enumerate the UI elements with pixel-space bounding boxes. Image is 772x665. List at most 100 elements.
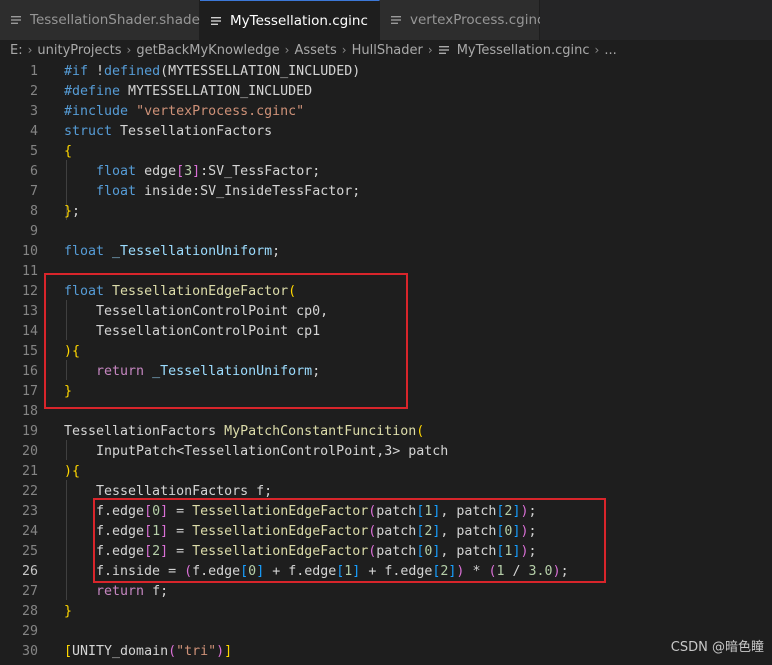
code-line[interactable]: 23 f.edge[0] = TessellationEdgeFactor(pa… xyxy=(0,501,772,521)
code-line[interactable]: 1 #if !defined(MYTESSELLATION_INCLUDED) xyxy=(0,61,772,81)
code-token: patch xyxy=(376,523,417,539)
code-token: [ xyxy=(240,563,249,579)
code-text: } xyxy=(64,604,72,619)
code-line[interactable]: 9 xyxy=(0,221,772,241)
code-token: _TessellationUniform xyxy=(152,363,313,379)
code-token: } xyxy=(64,383,73,399)
code-line[interactable]: 8}; xyxy=(0,201,772,221)
code-token: { xyxy=(72,343,81,359)
code-text: float edge[3]:SV_TessFactor; xyxy=(64,164,320,179)
code-line[interactable]: 4 struct TessellationFactors xyxy=(0,121,772,141)
code-token: patch xyxy=(376,503,417,519)
breadcrumb-item[interactable]: unityProjects xyxy=(37,43,121,58)
code-line[interactable]: 15){ xyxy=(0,341,772,361)
code-token: * xyxy=(464,563,489,579)
code-line[interactable]: 30 [UNITY_domain("tri")] xyxy=(0,641,772,661)
code-text: #define MYTESSELLATION_INCLUDED xyxy=(64,84,312,99)
code-line[interactable]: 14 TessellationControlPoint cp1 xyxy=(0,321,772,341)
tab-tessellation-shader[interactable]: TessellationShader.shader xyxy=(0,0,205,40)
code-token: ; xyxy=(312,363,321,379)
code-line[interactable]: 7 float inside:SV_InsideTessFactor; xyxy=(0,181,772,201)
code-line[interactable]: 27 return f; xyxy=(0,581,772,601)
code-line[interactable]: 28} xyxy=(0,601,772,621)
code-line[interactable]: 16 return _TessellationUniform; xyxy=(0,361,772,381)
lines-file-icon xyxy=(390,13,402,27)
code-token: / xyxy=(504,563,529,579)
code-token: (MYTESSELLATION_INCLUDED) xyxy=(160,63,361,79)
code-token: ; xyxy=(528,503,537,519)
code-token: UNITY_domain xyxy=(72,643,169,659)
code-line[interactable]: 25 f.edge[2] = TessellationEdgeFactor(pa… xyxy=(0,541,772,561)
code-token: } xyxy=(64,603,73,619)
code-line[interactable]: 12 float TessellationEdgeFactor( xyxy=(0,281,772,301)
code-line[interactable]: 21){ xyxy=(0,461,772,481)
code-token: f.edge xyxy=(192,563,241,579)
code-line[interactable]: 11 xyxy=(0,261,772,281)
chevron-right-icon: › xyxy=(341,43,347,57)
code-token: ; xyxy=(528,523,537,539)
code-line[interactable]: 20 InputPatch<TessellationControlPoint,3… xyxy=(0,441,772,461)
code-token: edge xyxy=(144,163,177,179)
lines-file-icon xyxy=(10,13,22,27)
code-line[interactable]: 6 float edge[3]:SV_TessFactor; xyxy=(0,161,772,181)
line-number: 13 xyxy=(21,303,38,319)
code-token: ] xyxy=(192,163,201,179)
code-line[interactable]: 29 xyxy=(0,621,772,641)
code-text: float _TessellationUniform; xyxy=(64,244,280,259)
code-token: 1 xyxy=(152,523,161,539)
line-number: 25 xyxy=(21,543,38,559)
code-token: 1 xyxy=(496,563,505,579)
code-line[interactable]: 10 float _TessellationUniform; xyxy=(0,241,772,261)
code-token: 3.0 xyxy=(528,563,553,579)
tab-vertex-process[interactable]: vertexProcess.cginc xyxy=(380,0,544,40)
code-editor[interactable]: 1 #if !defined(MYTESSELLATION_INCLUDED) 2 #… xyxy=(0,60,772,665)
code-token: return xyxy=(96,363,153,379)
code-text: f.edge[0] = TessellationEdgeFactor(patch… xyxy=(64,504,536,519)
code-token: 0 xyxy=(248,563,257,579)
code-token: ) xyxy=(64,343,73,359)
code-token: MYTESSELLATION_INCLUDED xyxy=(128,83,313,99)
breadcrumb-item[interactable]: HullShader xyxy=(352,43,423,58)
code-line[interactable]: 17} xyxy=(0,381,772,401)
line-number: 10 xyxy=(21,243,38,259)
code-token: ! xyxy=(96,63,105,79)
tab-my-tessellation[interactable]: MyTessellation.cginc ✕ xyxy=(200,0,395,40)
code-token: patch xyxy=(376,543,417,559)
code-token: struct xyxy=(64,123,121,139)
code-line[interactable]: 5{ xyxy=(0,141,772,161)
code-line[interactable]: 19 TessellationFactors MyPatchConstantFun… xyxy=(0,421,772,441)
code-token: TessellationControlPoint cp1 xyxy=(64,323,321,339)
breadcrumb-item[interactable]: MyTessellation.cginc xyxy=(457,43,590,58)
breadcrumb-item[interactable]: getBackMyKnowledge xyxy=(136,43,279,58)
code-token: ] xyxy=(160,503,169,519)
line-number: 18 xyxy=(21,403,38,419)
code-text: TessellationControlPoint cp1 xyxy=(64,324,320,339)
code-line[interactable]: 13 TessellationControlPoint cp0, xyxy=(0,301,772,321)
code-line[interactable]: 2 #define MYTESSELLATION_INCLUDED xyxy=(0,81,772,101)
code-text: f.edge[2] = TessellationEdgeFactor(patch… xyxy=(64,544,536,559)
breadcrumb-item[interactable]: ... xyxy=(604,43,616,58)
code-token: + f.edge xyxy=(264,563,337,579)
line-number: 3 xyxy=(29,103,38,119)
code-line[interactable]: 3 #include "vertexProcess.cginc" xyxy=(0,101,772,121)
line-number: 12 xyxy=(21,283,38,299)
code-token: "tri" xyxy=(176,643,217,659)
code-text: ){ xyxy=(64,344,80,359)
code-token: = xyxy=(168,543,193,559)
code-token: [ xyxy=(144,523,153,539)
code-token: float xyxy=(64,243,113,259)
code-token: TessellationFactors f; xyxy=(64,483,273,499)
code-line[interactable]: 26 f.inside = (f.edge[0] + f.edge[1] + f… xyxy=(0,561,772,581)
chevron-right-icon: › xyxy=(594,43,600,57)
code-text: } xyxy=(64,384,72,399)
code-line[interactable]: 24 f.edge[1] = TessellationEdgeFactor(pa… xyxy=(0,521,772,541)
line-number: 28 xyxy=(21,603,38,619)
breadcrumb-item[interactable]: Assets xyxy=(294,43,336,58)
code-token: ] xyxy=(160,543,169,559)
code-token: inside:SV_InsideTessFactor; xyxy=(144,183,361,199)
code-line[interactable]: 18 xyxy=(0,401,772,421)
code-line[interactable]: 22 TessellationFactors f; xyxy=(0,481,772,501)
breadcrumb-item[interactable]: E: xyxy=(10,43,23,58)
code-token: [ xyxy=(144,543,153,559)
